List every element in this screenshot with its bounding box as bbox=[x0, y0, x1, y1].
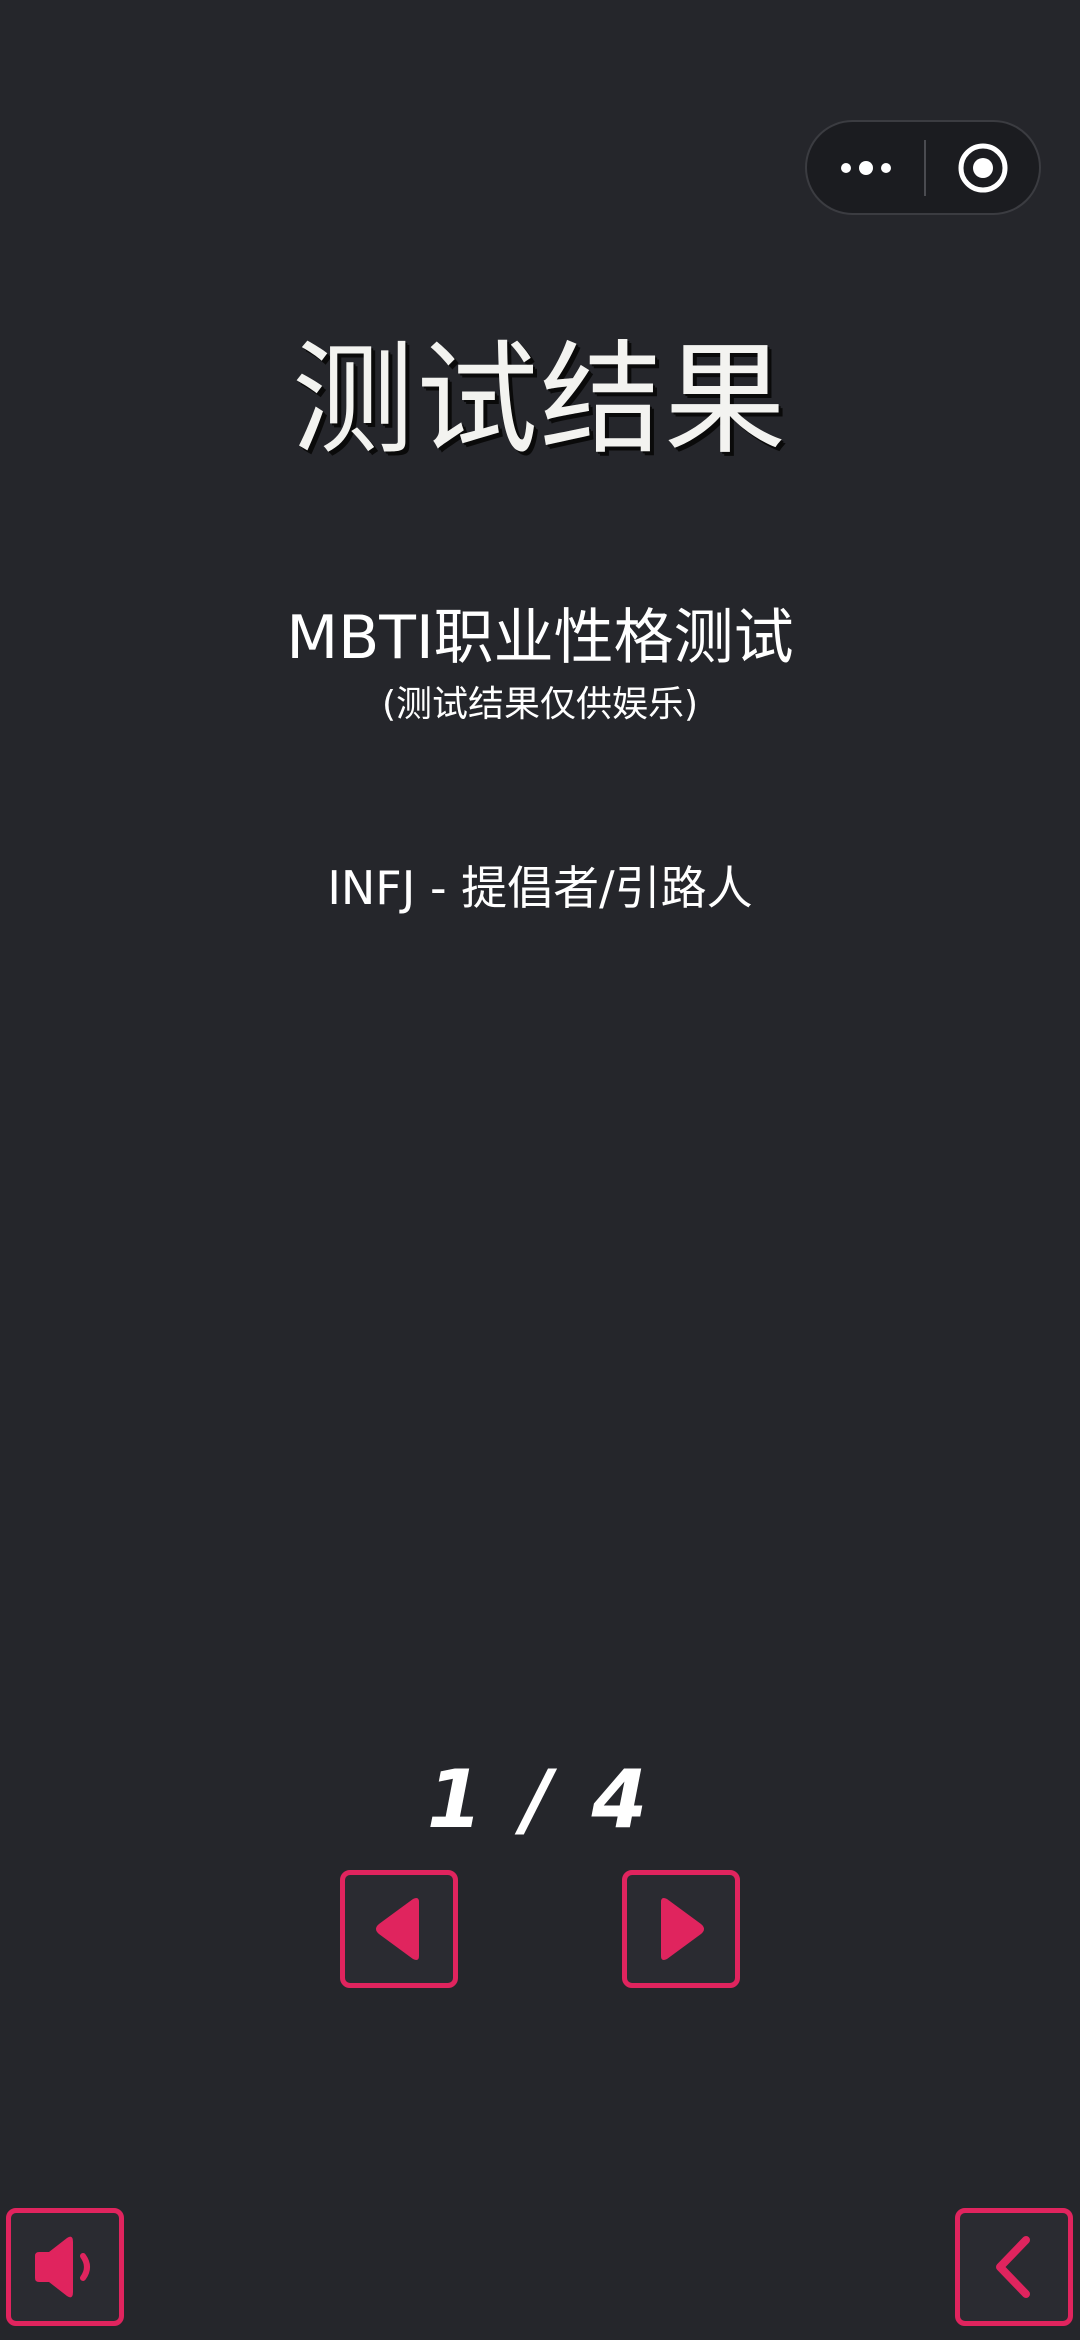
chevron-left-icon bbox=[996, 2236, 1030, 2298]
menu-capsule bbox=[805, 120, 1041, 215]
more-button[interactable] bbox=[807, 122, 924, 213]
prev-page-button[interactable] bbox=[340, 1870, 458, 1988]
speaker-icon bbox=[35, 2236, 90, 2298]
sound-toggle-button[interactable] bbox=[6, 2208, 124, 2326]
page-indicator: 1 / 4 bbox=[426, 1753, 654, 1846]
close-button[interactable] bbox=[926, 122, 1039, 213]
back-button[interactable] bbox=[955, 2208, 1073, 2326]
more-dots-icon bbox=[840, 160, 891, 175]
record-target-icon bbox=[958, 143, 1007, 192]
quiz-note: (测试结果仅供娱乐) bbox=[381, 684, 699, 725]
result-type: INFJ - 提倡者/引路人 bbox=[327, 861, 753, 915]
quiz-name: MBTI职业性格测试 bbox=[286, 603, 794, 673]
page-title: 测试结果 bbox=[292, 329, 788, 471]
triangle-left-icon bbox=[376, 1898, 419, 1960]
result-page: 测试结果 MBTI职业性格测试 (测试结果仅供娱乐) INFJ - 提倡者/引路… bbox=[0, 0, 1080, 2340]
triangle-right-icon bbox=[661, 1898, 704, 1960]
next-page-button[interactable] bbox=[622, 1870, 740, 1988]
